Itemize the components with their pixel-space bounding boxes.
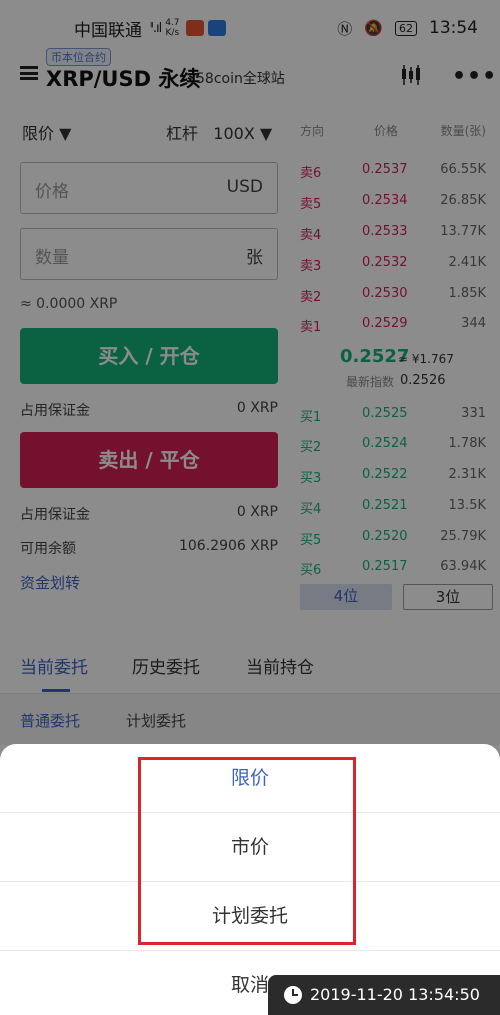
- timestamp-text: 2019-11-20 13:54:50: [310, 985, 480, 1004]
- clock-icon: [284, 986, 302, 1004]
- screenshot-timestamp: 2019-11-20 13:54:50: [268, 975, 500, 1015]
- highlight-annotation-box: [138, 757, 356, 945]
